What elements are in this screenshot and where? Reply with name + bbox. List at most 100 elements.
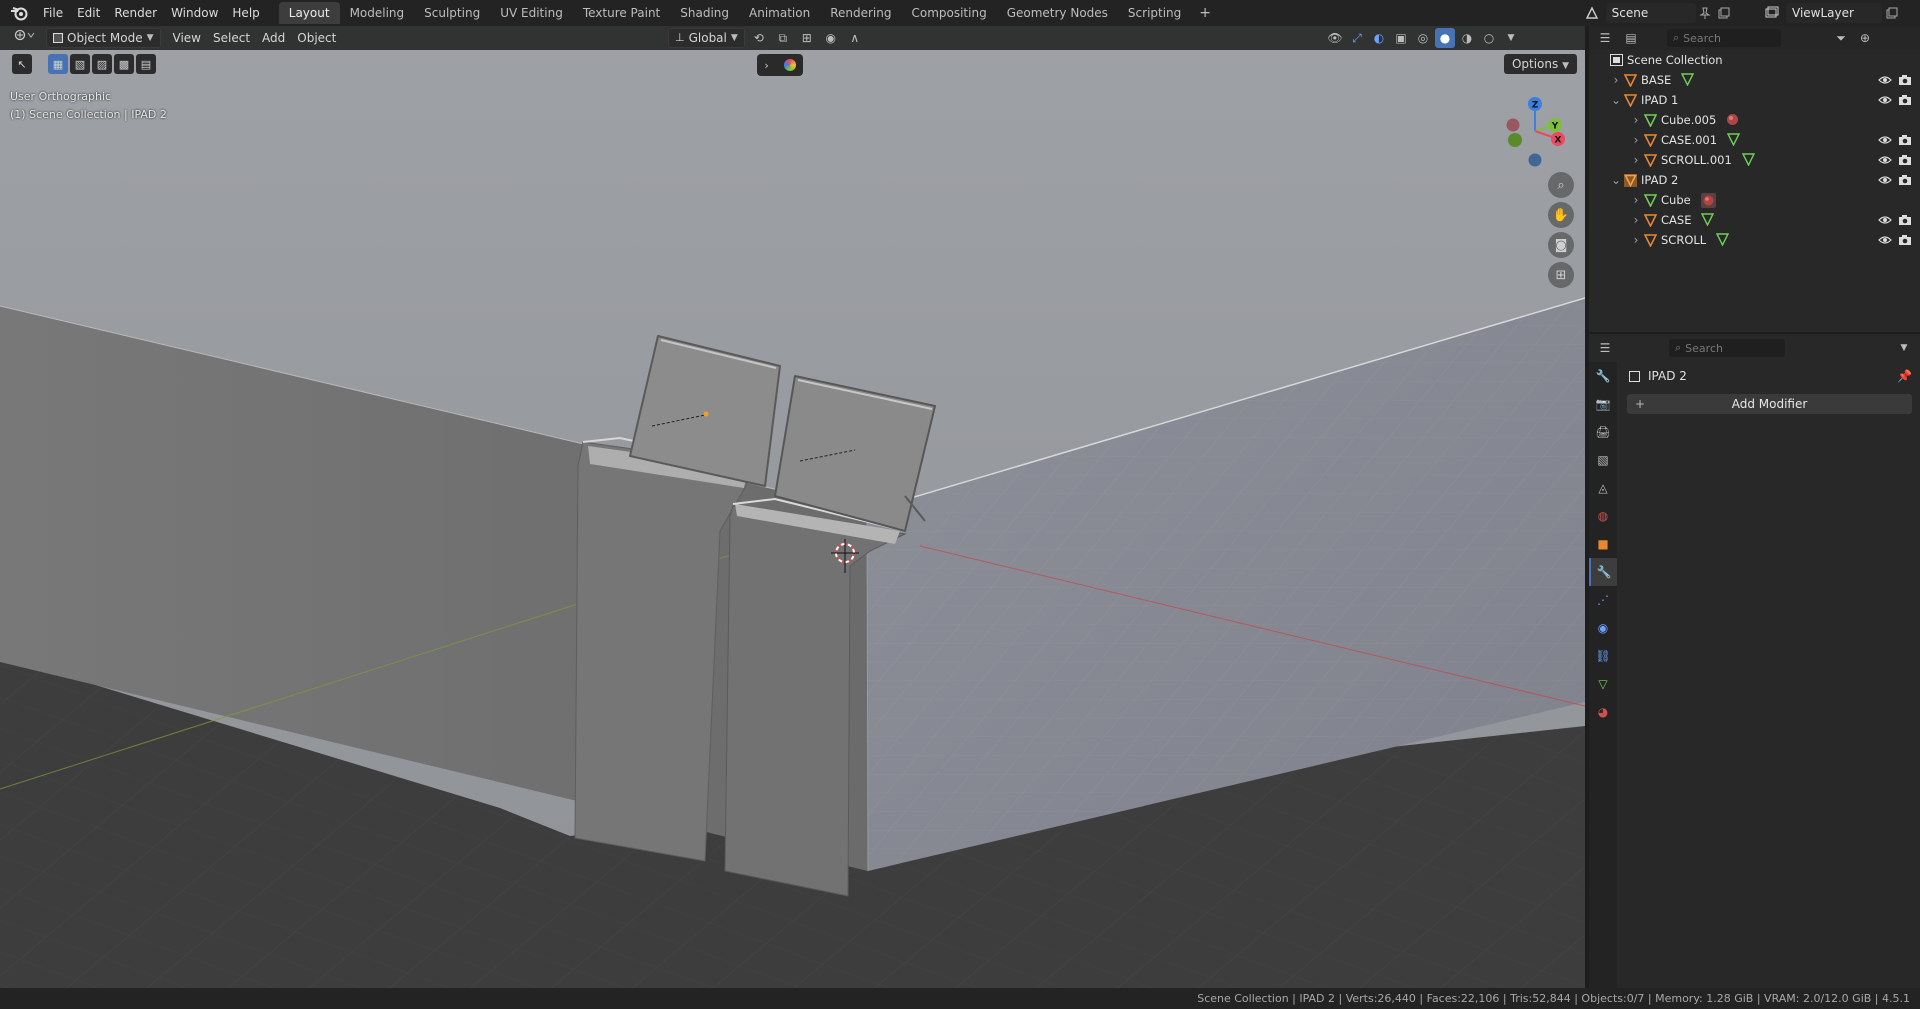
tab-uv-editing[interactable]: UV Editing — [490, 2, 573, 24]
particles-tab-icon[interactable]: ⋰ — [1589, 586, 1617, 614]
menu-render[interactable]: Render — [107, 2, 164, 24]
view-layer-tab-icon[interactable]: ▧ — [1589, 446, 1617, 474]
output-tab-icon[interactable]: 🖨 — [1589, 418, 1617, 446]
viewport-menu-object[interactable]: Object — [291, 28, 342, 48]
add-workspace-icon[interactable]: + — [1191, 5, 1219, 21]
viewport-menu-add[interactable]: Add — [256, 28, 291, 48]
material-icon[interactable] — [1726, 113, 1740, 127]
outliner-row-cube[interactable]: › Cube — [1589, 190, 1920, 210]
menu-window[interactable]: Window — [164, 2, 225, 24]
render-camera-icon[interactable] — [1898, 133, 1912, 147]
scene-tab-icon[interactable]: ◬ — [1589, 474, 1617, 502]
render-camera-icon[interactable] — [1898, 93, 1912, 107]
eye-icon[interactable] — [1878, 73, 1892, 87]
chevron-down-icon[interactable]: ⌄ — [1609, 173, 1623, 187]
add-modifier-button[interactable]: + Add Modifier — [1627, 394, 1912, 414]
tab-modeling[interactable]: Modeling — [340, 2, 415, 24]
constraints-tab-icon[interactable]: ⛓ — [1589, 642, 1617, 670]
mesh-data-icon[interactable] — [1741, 153, 1756, 167]
viewport-menu-view[interactable]: View — [167, 28, 207, 48]
eye-icon[interactable] — [1878, 133, 1892, 147]
tab-shading[interactable]: Shading — [670, 2, 739, 24]
render-tab-icon[interactable]: 📷 — [1589, 390, 1617, 418]
proportional-edit-icon[interactable]: ◉ — [821, 28, 841, 48]
rendered-shading-icon[interactable]: ○ — [1479, 28, 1499, 48]
chevron-right-icon[interactable]: › — [1629, 233, 1643, 247]
select-subtract-icon[interactable]: ▨ — [92, 54, 112, 74]
chevron-right-icon[interactable]: › — [1609, 73, 1623, 87]
eye-icon[interactable] — [1878, 213, 1892, 227]
outliner-row-scroll-001[interactable]: › SCROLL.001 — [1589, 150, 1920, 170]
ortho-grid-icon[interactable]: ⊞ — [1548, 262, 1574, 288]
tab-compositing[interactable]: Compositing — [901, 2, 996, 24]
chevron-right-icon[interactable]: › — [1629, 213, 1643, 227]
viewport-menu-select[interactable]: Select — [207, 28, 256, 48]
render-camera-icon[interactable] — [1898, 233, 1912, 247]
viewport-scene[interactable]: Z Y X — [0, 26, 1585, 988]
chevron-right-icon[interactable]: › — [1629, 193, 1643, 207]
mesh-data-icon[interactable] — [1716, 233, 1730, 247]
gizmo-icon[interactable]: ⤢ — [1347, 28, 1367, 48]
outliner-row-ipad-2[interactable]: ⌄ IPAD 2 — [1589, 170, 1920, 190]
render-camera-icon[interactable] — [1898, 213, 1912, 227]
pin-icon[interactable] — [1696, 3, 1715, 23]
pin-icon[interactable]: 📌 — [1897, 369, 1912, 383]
shading-options-chevron-icon[interactable]: ▼ — [1501, 28, 1521, 48]
chevron-right-icon[interactable]: › — [1629, 133, 1643, 147]
editor-type-icon[interactable] — [8, 28, 42, 48]
select-new-icon[interactable]: ▦ — [48, 54, 68, 74]
object-tab-icon[interactable]: ■ — [1589, 530, 1617, 558]
chevron-right-icon[interactable]: › — [1629, 113, 1643, 127]
scene-collection-row[interactable]: Scene Collection — [1589, 50, 1920, 70]
outliner-row-base[interactable]: › BASE — [1589, 70, 1920, 90]
scene-name-field[interactable]: Scene — [1605, 3, 1696, 23]
new-view-layer-icon[interactable] — [1882, 3, 1902, 23]
view-layer-selector[interactable]: ViewLayer — [1762, 2, 1912, 24]
material-icon[interactable] — [1700, 193, 1716, 208]
outliner-row-ipad-1[interactable]: ⌄ IPAD 1 — [1589, 90, 1920, 110]
tab-layout[interactable]: Layout — [278, 2, 340, 24]
camera-view-icon[interactable]: ◙ — [1548, 232, 1574, 258]
select-invert-icon[interactable]: ▩ — [114, 54, 134, 74]
select-extend-icon[interactable]: ▧ — [70, 54, 90, 74]
blender-logo-icon[interactable] — [8, 2, 30, 24]
render-camera-icon[interactable] — [1898, 173, 1912, 187]
mesh-data-icon[interactable] — [1701, 213, 1715, 227]
tab-texture-paint[interactable]: Texture Paint — [573, 2, 670, 24]
outliner-row-case[interactable]: › CASE — [1589, 210, 1920, 230]
menu-help[interactable]: Help — [225, 2, 266, 24]
eye-icon[interactable] — [1878, 173, 1892, 187]
menu-file[interactable]: File — [36, 2, 70, 24]
wireframe-shading-icon[interactable]: ◎ — [1413, 28, 1433, 48]
overlay-icon[interactable]: ◐ — [1369, 28, 1389, 48]
tab-animation[interactable]: Animation — [739, 2, 820, 24]
chevron-down-icon[interactable]: ⌄ — [1609, 93, 1623, 107]
physics-tab-icon[interactable]: ◉ — [1589, 614, 1617, 642]
tab-sculpting[interactable]: Sculpting — [414, 2, 490, 24]
tool-tab-icon[interactable]: 🔧 — [1589, 362, 1617, 390]
filter-icon[interactable]: ⏷ — [1831, 28, 1851, 48]
tab-scripting[interactable]: Scripting — [1118, 2, 1191, 24]
display-mode-icon[interactable]: ▤ — [1621, 28, 1641, 48]
snap-target-icon[interactable]: ⊞ — [797, 28, 817, 48]
pan-hand-icon[interactable]: ✋ — [1548, 202, 1574, 228]
mesh-data-icon[interactable] — [1681, 73, 1695, 87]
properties-editor-icon[interactable]: ☰ — [1595, 338, 1615, 358]
tab-rendering[interactable]: Rendering — [820, 2, 901, 24]
snap-icon[interactable]: ⧉ — [773, 28, 793, 48]
new-collection-icon[interactable]: ⊕ — [1855, 28, 1875, 48]
outliner-row-cube-005[interactable]: › Cube.005 — [1589, 110, 1920, 130]
transform-orientation-dropdown[interactable]: ⊥ Global ▼ — [668, 28, 745, 48]
solid-shading-icon[interactable]: ● — [1435, 28, 1455, 48]
xray-icon[interactable]: ▣ — [1391, 28, 1411, 48]
material-tab-icon[interactable]: ◕ — [1589, 698, 1617, 726]
pivot-icon[interactable]: ⟲ — [749, 28, 769, 48]
zoom-icon[interactable]: ⌕ — [1548, 172, 1574, 198]
chevron-down-icon[interactable]: ▼ — [1894, 338, 1914, 358]
chevron-right-icon[interactable]: › — [1629, 153, 1643, 167]
scene-selector[interactable]: Scene — [1583, 2, 1733, 24]
menu-edit[interactable]: Edit — [70, 2, 107, 24]
world-tab-icon[interactable]: ◍ — [1589, 502, 1617, 530]
outliner-editor-icon[interactable]: ☰ — [1595, 28, 1615, 48]
3d-viewport[interactable]: Z Y X Object Mode ▼ View Select Add Object … — [0, 26, 1585, 988]
